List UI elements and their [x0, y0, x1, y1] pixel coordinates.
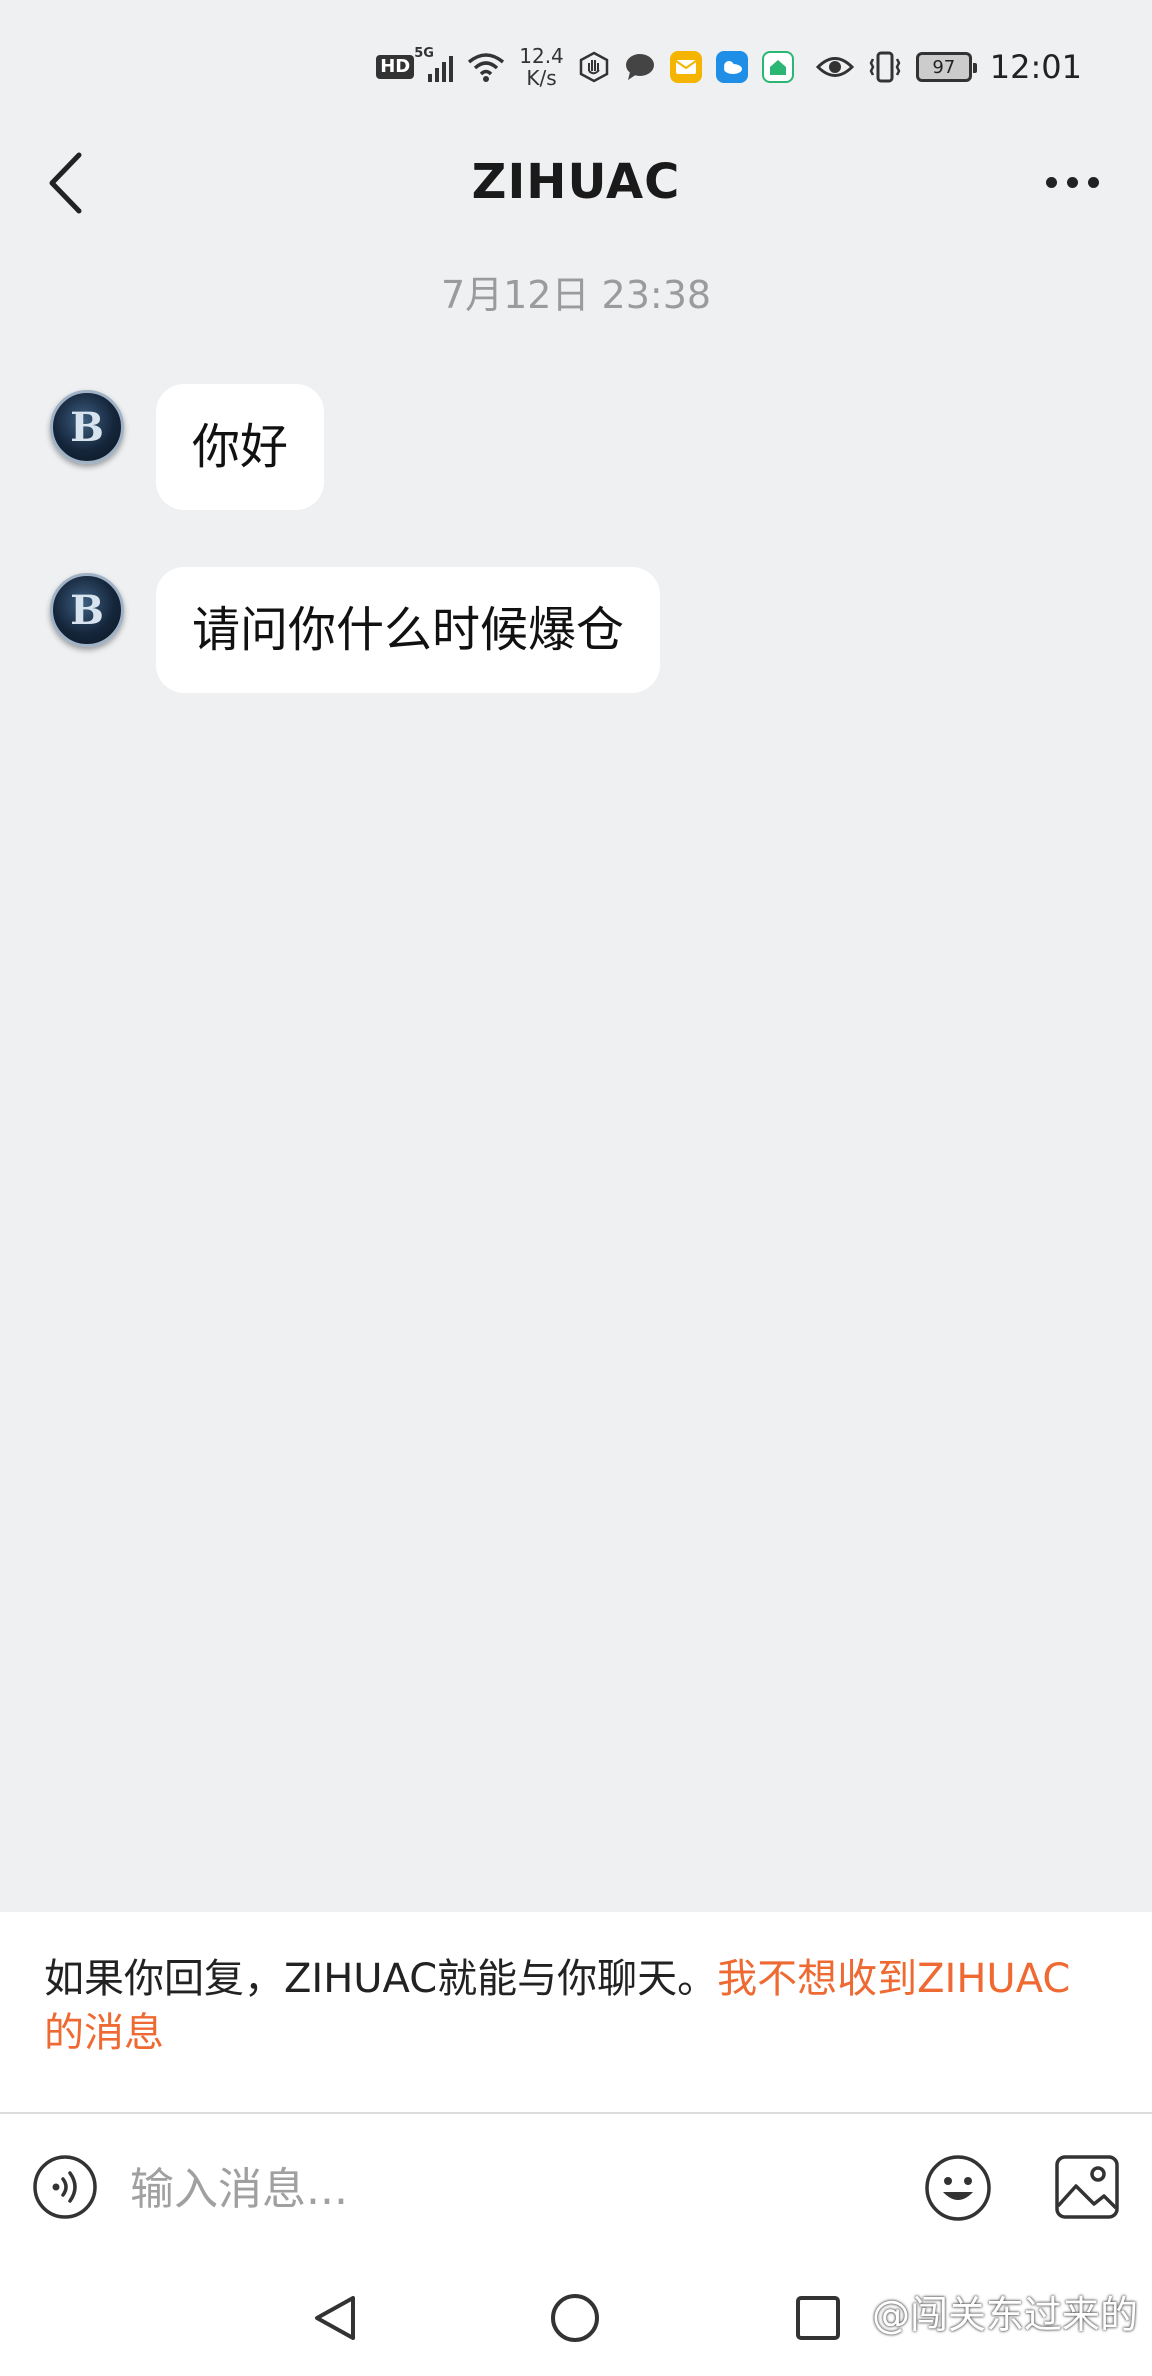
more-dot-icon [1087, 176, 1099, 188]
voice-input-button[interactable] [32, 2154, 98, 2220]
network-type-label: 5G [414, 46, 434, 61]
avatar[interactable]: B [50, 573, 124, 647]
page-title: ZIHUAC [471, 154, 681, 210]
nav-recent-button[interactable] [790, 2288, 850, 2348]
triangle-back-icon [315, 2296, 355, 2340]
square-recent-icon [796, 2296, 840, 2340]
message-row: B 请问你什么时候爆仓 [50, 567, 661, 693]
signal-icon: 5G [414, 46, 454, 82]
message-bubble[interactable]: 你好 [156, 384, 325, 510]
message-timestamp: 7月12日 23:38 [440, 273, 712, 317]
chat-header: ZIHUAC [0, 130, 1152, 240]
reply-notice: 如果你回复，ZIHUAC就能与你聊天。我不想收到ZIHUAC的消息 [0, 1912, 1152, 2112]
more-dot-icon [1066, 176, 1078, 188]
speed-unit: K/s [526, 66, 557, 90]
bitcoin-logo-icon: B [70, 586, 104, 634]
home-app-icon [761, 51, 794, 83]
network-speed: 12.4 K/s [519, 45, 564, 89]
notice-text: 如果你回复，ZIHUAC就能与你聊天。 [44, 1956, 718, 2002]
clock: 12:01 [989, 48, 1082, 86]
eye-icon [815, 57, 854, 77]
status-bar: HD 5G 12.4 K/s 97 12:01 [0, 0, 1152, 130]
image-button[interactable] [1054, 2154, 1120, 2220]
smiley-icon [925, 2155, 991, 2221]
mail-icon [669, 51, 702, 83]
weather-icon [715, 51, 748, 83]
avatar[interactable]: B [50, 390, 124, 464]
battery-icon: 97 [915, 52, 977, 82]
chat-icon [625, 54, 654, 80]
wifi-icon [468, 53, 505, 82]
message-input-bar [0, 2112, 1152, 2262]
vibrate-icon [869, 51, 901, 83]
speed-value: 12.4 [519, 44, 564, 68]
bitcoin-logo-icon: B [70, 403, 104, 451]
more-options-button[interactable] [1032, 152, 1112, 212]
message-row: B 你好 [50, 384, 325, 510]
nav-back-button[interactable] [305, 2288, 365, 2348]
circle-home-icon [551, 2294, 599, 2342]
message-bubble[interactable]: 请问你什么时候爆仓 [156, 567, 661, 693]
watermark: @闯关东过来的 [871, 2293, 1138, 2337]
message-input[interactable] [130, 2144, 890, 2234]
status-icons: HD 5G 12.4 K/s 97 12:01 [376, 42, 1082, 92]
voice-icon [33, 2155, 97, 2219]
image-icon [1055, 2155, 1119, 2219]
system-nav-bar: @闯关东过来的 [0, 2262, 1152, 2376]
battery-level: 97 [932, 56, 956, 78]
more-dot-icon [1045, 176, 1057, 188]
hand-icon [579, 51, 609, 83]
hd-icon: HD [376, 55, 415, 79]
nav-home-button[interactable] [545, 2288, 605, 2348]
emoji-button[interactable] [924, 2154, 992, 2222]
